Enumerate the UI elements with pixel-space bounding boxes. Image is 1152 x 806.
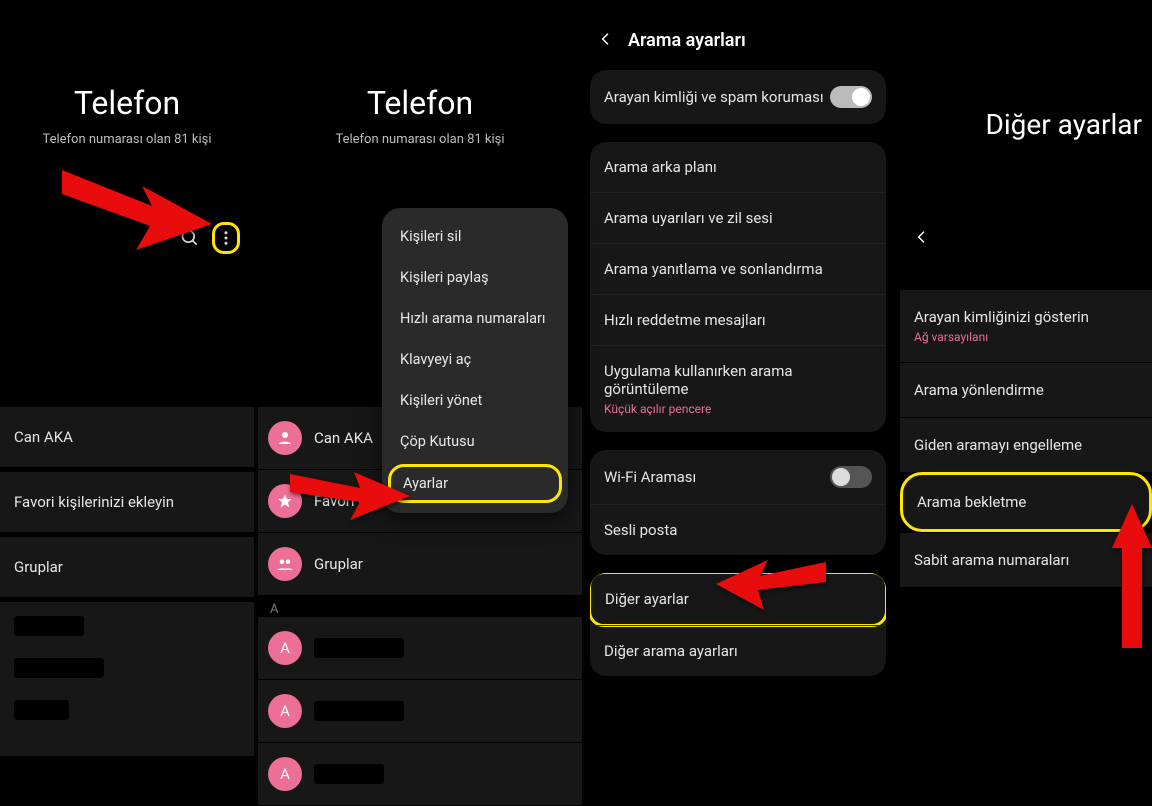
add-favorites-row[interactable]: Favori kişilerinizi ekleyin <box>0 472 254 533</box>
avatar <box>268 421 302 455</box>
caller-id-spam-row[interactable]: Arayan kimliği ve spam koruması <box>590 70 886 124</box>
phone-title: Telefon <box>258 84 582 122</box>
voicemail-row[interactable]: Sesli posta <box>590 504 886 555</box>
avatar-letter: A <box>268 631 302 665</box>
row-label: Favori kişilerinizi ekleyin <box>14 493 174 511</box>
row-label: Arayan kimliği ve spam koruması <box>604 88 824 106</box>
page-title: Arama ayarları <box>628 30 746 51</box>
contact-row[interactable]: Can AKA <box>0 407 254 468</box>
red-arrow-annotation <box>290 460 410 524</box>
row-label: Sesli posta <box>604 521 677 539</box>
contact-row-redacted[interactable] <box>0 602 254 757</box>
row-label: Arayan kimliğinizi gösterin <box>914 308 1138 326</box>
groups-row[interactable]: Gruplar <box>0 537 254 598</box>
row-label: Arama bekletme <box>917 493 1026 511</box>
menu-share-contacts[interactable]: Kişileri paylaş <box>382 257 568 298</box>
toggle-switch[interactable] <box>830 466 872 488</box>
screen-phone-1: Telefon Telefon numarası olan 81 kişi Ca… <box>0 0 254 757</box>
row-sublabel: Ağ varsayılanı <box>914 330 1138 344</box>
redacted-text <box>14 700 69 720</box>
contact-row[interactable]: A <box>258 680 582 743</box>
row-sublabel: Küçük açılır pencere <box>604 402 824 416</box>
redacted-text <box>14 616 84 636</box>
row-label: Arama arka planı <box>604 158 717 176</box>
settings-card: Arayan kimliği ve spam koruması <box>590 70 886 124</box>
contact-count: Telefon numarası olan 81 kişi <box>258 132 582 147</box>
show-caller-id-row[interactable]: Arayan kimliğinizi gösterin Ağ varsayıla… <box>900 289 1152 362</box>
red-arrow-annotation <box>1112 504 1152 652</box>
menu-delete-contacts[interactable]: Kişileri sil <box>382 216 568 257</box>
more-options-icon[interactable] <box>212 222 240 254</box>
page-title: Diğer ayarlar <box>900 108 1152 141</box>
row-label: Arama yönlendirme <box>914 381 1044 399</box>
menu-manage-contacts[interactable]: Kişileri yönet <box>382 380 568 421</box>
contact-row[interactable]: A <box>258 743 582 806</box>
settings-card: Arama arka planı Arama uyarıları ve zil … <box>590 142 886 432</box>
menu-open-keyboard[interactable]: Klavyeyi aç <box>382 339 568 380</box>
settings-card: Wi-Fi Araması Sesli posta <box>590 450 886 555</box>
outgoing-block-row[interactable]: Giden aramayı engelleme <box>900 417 1152 472</box>
contact-name: Can AKA <box>14 428 73 446</box>
screen-other-settings: Diğer ayarlar Arayan kimliğinizi gösteri… <box>900 0 1152 587</box>
toggle-switch[interactable] <box>830 86 872 108</box>
menu-speed-dial[interactable]: Hızlı arama numaraları <box>382 298 568 339</box>
red-arrow-annotation <box>716 554 826 618</box>
avatar-letter: A <box>268 757 302 791</box>
row-label: Gruplar <box>14 558 63 576</box>
row-label: Arama yanıtlama ve sonlandırma <box>604 260 823 278</box>
redacted-text <box>314 701 404 721</box>
row-label: Arama uyarıları ve zil sesi <box>604 209 773 227</box>
row-label: Sabit arama numaraları <box>914 551 1069 569</box>
row-label: Uygulama kullanırken arama görüntüleme <box>604 362 793 398</box>
row-label: Diğer arama ayarları <box>604 642 738 660</box>
quick-reject-row[interactable]: Hızlı reddetme mesajları <box>590 294 886 345</box>
contact-count: Telefon numarası olan 81 kişi <box>0 132 254 147</box>
avatar-letter: A <box>268 694 302 728</box>
call-forwarding-row[interactable]: Arama yönlendirme <box>900 362 1152 417</box>
call-alerts-row[interactable]: Arama uyarıları ve zil sesi <box>590 192 886 243</box>
contact-row[interactable]: A <box>258 617 582 680</box>
row-label: Hızlı reddetme mesajları <box>604 311 766 329</box>
row-label: Gruplar <box>314 555 572 573</box>
call-during-app-row[interactable]: Uygulama kullanırken arama görüntüleme K… <box>590 345 886 432</box>
groups-row[interactable]: Gruplar <box>258 533 582 596</box>
other-call-settings-row[interactable]: Diğer arama ayarları <box>590 625 886 676</box>
red-arrow-annotation <box>62 170 212 254</box>
call-background-row[interactable]: Arama arka planı <box>590 142 886 192</box>
row-label: Wi-Fi Araması <box>604 468 696 486</box>
header: Arama ayarları <box>584 0 892 70</box>
redacted-text <box>314 638 404 658</box>
back-icon[interactable] <box>914 226 930 250</box>
back-icon[interactable] <box>598 28 614 52</box>
row-label: Diğer ayarlar <box>605 590 689 608</box>
call-answer-end-row[interactable]: Arama yanıtlama ve sonlandırma <box>590 243 886 294</box>
menu-settings[interactable]: Ayarlar <box>388 464 562 503</box>
redacted-text <box>14 658 104 678</box>
menu-trash[interactable]: Çöp Kutusu <box>382 421 568 462</box>
wifi-calling-row[interactable]: Wi-Fi Araması <box>590 450 886 504</box>
row-label: Giden aramayı engelleme <box>914 436 1082 454</box>
redacted-text <box>314 764 384 784</box>
group-icon <box>268 547 302 581</box>
phone-title: Telefon <box>0 84 254 122</box>
section-letter: A <box>258 596 582 617</box>
